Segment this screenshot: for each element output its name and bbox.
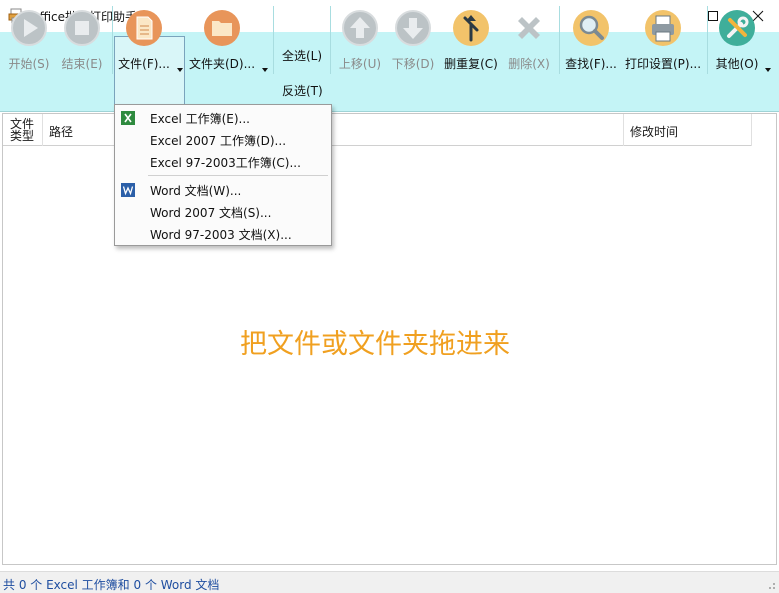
menu-item-word-97-2003[interactable]: Word 97-2003 文档(X)... xyxy=(115,222,331,244)
menu-item-label: Excel 工作簿(E)... xyxy=(150,112,250,126)
remove-duplicates-label: 删重复(C) xyxy=(444,57,498,71)
menu-item-label: Excel 97-2003工作簿(C)... xyxy=(150,156,301,170)
file-dropdown-arrow[interactable] xyxy=(177,68,183,72)
toolbar-separator xyxy=(559,6,560,74)
add-folder-button[interactable]: 文件夹(D)... xyxy=(189,4,255,76)
arrow-down-icon xyxy=(395,10,431,46)
resize-grip-icon[interactable] xyxy=(766,580,776,590)
stop-button[interactable]: 结束(E) xyxy=(59,4,105,76)
invert-selection-button[interactable]: 反选(T) xyxy=(282,82,323,99)
move-up-label: 上移(U) xyxy=(338,57,382,71)
toolbar-separator xyxy=(707,6,708,74)
menu-item-excel-97-2003[interactable]: Excel 97-2003工作簿(C)... xyxy=(115,150,331,172)
delete-button[interactable]: 删除(X) xyxy=(505,4,553,76)
arrow-up-icon xyxy=(342,10,378,46)
move-up-button[interactable]: 上移(U) xyxy=(336,4,384,76)
toolbar-separator xyxy=(273,6,274,74)
other-button[interactable]: 其他(O) xyxy=(713,4,761,76)
column-divider[interactable] xyxy=(751,114,752,146)
other-dropdown-arrow[interactable] xyxy=(765,68,771,72)
print-settings-label: 打印设置(P)... xyxy=(624,57,702,71)
toolbar-separator xyxy=(112,6,113,74)
column-header-path[interactable]: 路径 xyxy=(49,123,73,140)
column-header-type[interactable]: 文件类型 xyxy=(10,118,40,142)
play-icon xyxy=(11,10,47,46)
print-settings-button[interactable]: 打印设置(P)... xyxy=(625,4,701,76)
start-label: 开始(S) xyxy=(8,57,50,71)
merge-icon xyxy=(453,10,489,46)
column-divider[interactable] xyxy=(42,114,43,146)
add-file-label: 文件(F)... xyxy=(118,57,170,71)
magnifier-icon xyxy=(573,10,609,46)
menu-item-label: Excel 2007 工作簿(D)... xyxy=(150,134,287,148)
tools-icon xyxy=(719,10,755,46)
status-bar: 共 0 个 Excel 工作簿和 0 个 Word 文档 xyxy=(0,571,779,593)
add-file-button[interactable]: 文件(F)... xyxy=(116,4,172,76)
menu-item-word[interactable]: Word 文档(W)... xyxy=(115,178,331,200)
printer-icon xyxy=(645,10,681,46)
file-type-menu: Excel 工作簿(E)... Excel 2007 工作簿(D)... Exc… xyxy=(114,104,332,246)
menu-item-excel-2007[interactable]: Excel 2007 工作簿(D)... xyxy=(115,128,331,150)
column-divider[interactable] xyxy=(623,114,624,146)
menu-item-word-2007[interactable]: Word 2007 文档(S)... xyxy=(115,200,331,222)
find-label: 查找(F)... xyxy=(565,57,617,71)
column-header-modified[interactable]: 修改时间 xyxy=(630,123,678,140)
remove-duplicates-button[interactable]: 删重复(C) xyxy=(443,4,499,76)
folder-icon xyxy=(204,10,240,46)
folder-dropdown-arrow[interactable] xyxy=(262,68,268,72)
delete-x-icon xyxy=(518,17,540,39)
menu-separator xyxy=(148,175,328,176)
document-icon xyxy=(126,10,162,46)
menu-item-excel[interactable]: Excel 工作簿(E)... xyxy=(115,106,331,128)
move-down-label: 下移(D) xyxy=(391,57,435,71)
toolbar-separator xyxy=(330,6,331,74)
menu-item-label: Word 2007 文档(S)... xyxy=(150,206,272,220)
add-folder-label: 文件夹(D)... xyxy=(188,57,256,71)
stop-icon xyxy=(64,10,100,46)
menu-item-label: Word 97-2003 文档(X)... xyxy=(150,228,292,242)
move-down-button[interactable]: 下移(D) xyxy=(389,4,437,76)
find-button[interactable]: 查找(F)... xyxy=(565,4,617,76)
start-button[interactable]: 开始(S) xyxy=(6,4,52,76)
delete-label: 删除(X) xyxy=(508,57,550,71)
menu-item-label: Word 文档(W)... xyxy=(150,184,242,198)
drop-hint-text: 把文件或文件夹拖进来 xyxy=(240,329,510,360)
other-label: 其他(O) xyxy=(715,57,759,71)
status-text: 共 0 个 Excel 工作簿和 0 个 Word 文档 xyxy=(3,578,220,592)
stop-label: 结束(E) xyxy=(61,57,103,71)
select-all-button[interactable]: 全选(L) xyxy=(282,47,322,64)
